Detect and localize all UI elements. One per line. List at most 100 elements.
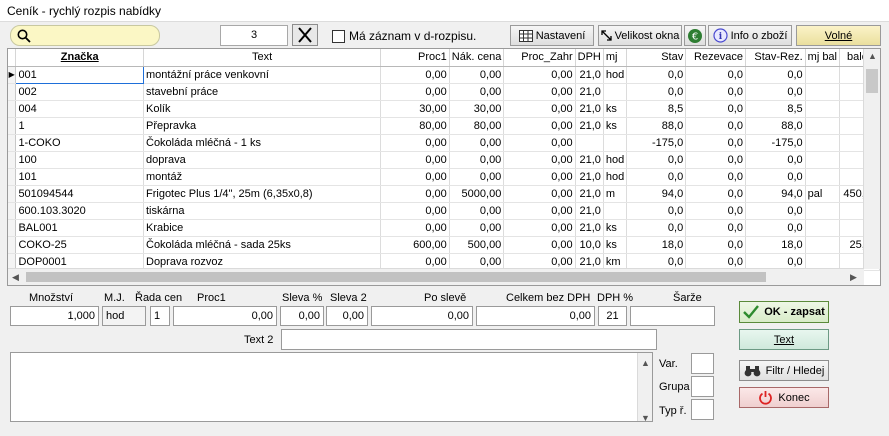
table-row[interactable]: BAL001 Krabice 0,00 0,00 0,00 21,0 ks 0,0 0,0 0,0 bbox=[8, 219, 880, 237]
table-cell[interactable]: 80,00 bbox=[449, 117, 505, 135]
column-header[interactable]: mj bal bbox=[805, 49, 841, 67]
text-button[interactable]: Text bbox=[739, 329, 829, 350]
table-cell[interactable]: 0,00 bbox=[449, 151, 505, 169]
table-cell[interactable]: 0,00 bbox=[380, 134, 450, 152]
table-cell[interactable]: 21,0 bbox=[575, 168, 604, 186]
group-field[interactable] bbox=[691, 376, 714, 397]
table-cell[interactable]: 21,0 bbox=[575, 83, 604, 101]
column-header[interactable]: DPH bbox=[575, 49, 604, 67]
table-cell[interactable]: 0,00 bbox=[449, 66, 505, 84]
settings-button[interactable]: Nastavení bbox=[510, 25, 594, 46]
table-cell[interactable]: 0,0 bbox=[745, 151, 806, 169]
table-cell[interactable]: 101 bbox=[15, 168, 144, 186]
table-cell[interactable]: 0,0 bbox=[685, 185, 746, 203]
checkbox-box[interactable] bbox=[332, 29, 345, 43]
table-cell[interactable]: 21,0 bbox=[575, 117, 604, 135]
table-cell[interactable]: 10,0 bbox=[575, 236, 604, 254]
table-cell[interactable]: 500,00 bbox=[449, 236, 505, 254]
table-cell[interactable]: montážní práce venkovní bbox=[143, 66, 382, 84]
memo-textarea[interactable]: ▲ ▼ bbox=[10, 352, 653, 422]
table-cell[interactable] bbox=[805, 151, 841, 169]
exit-button[interactable]: Konec bbox=[739, 387, 829, 408]
table-cell[interactable]: 0,0 bbox=[685, 83, 746, 101]
after-discount-field[interactable]: 0,00 bbox=[371, 306, 473, 326]
table-cell[interactable]: 0,0 bbox=[745, 83, 806, 101]
table-cell[interactable]: 0,0 bbox=[685, 117, 746, 135]
table-cell[interactable] bbox=[805, 134, 841, 152]
table-cell[interactable]: 600,00 bbox=[380, 236, 450, 254]
proc1-field[interactable]: 0,00 bbox=[173, 306, 277, 326]
table-cell[interactable]: 0,00 bbox=[449, 134, 505, 152]
unit-field[interactable]: hod bbox=[102, 306, 146, 326]
currency-button[interactable]: € bbox=[684, 25, 706, 46]
table-cell[interactable]: 0,00 bbox=[503, 185, 576, 203]
window-size-button[interactable]: Velikost okna bbox=[598, 25, 682, 46]
clear-search-button[interactable] bbox=[292, 24, 318, 46]
table-cell[interactable]: 0,0 bbox=[685, 66, 746, 84]
vat-pct-field[interactable]: 21 bbox=[598, 306, 627, 326]
table-row[interactable]: 100 doprava 0,00 0,00 0,00 21,0 hod 0,0 0,0 0,0 bbox=[8, 151, 880, 169]
memo-scroll-up-icon[interactable]: ▲ bbox=[641, 354, 650, 372]
table-cell[interactable]: stavební práce bbox=[143, 83, 382, 101]
table-cell[interactable]: 21,0 bbox=[575, 185, 604, 203]
table-cell[interactable]: 0,00 bbox=[449, 202, 505, 220]
table-cell[interactable]: hod bbox=[603, 151, 628, 169]
table-cell[interactable] bbox=[575, 134, 604, 152]
table-cell[interactable]: 0,00 bbox=[503, 202, 576, 220]
table-cell[interactable] bbox=[603, 134, 628, 152]
text2-field[interactable] bbox=[281, 329, 657, 350]
table-cell[interactable]: 80,00 bbox=[380, 117, 450, 135]
table-cell[interactable]: 94,0 bbox=[626, 185, 687, 203]
table-cell[interactable]: 0,0 bbox=[685, 202, 746, 220]
scroll-right-icon[interactable]: ▶ bbox=[850, 272, 857, 283]
column-header[interactable]: Text bbox=[143, 49, 382, 67]
table-cell[interactable]: 0,0 bbox=[685, 151, 746, 169]
table-row[interactable]: 1 Přepravka 80,00 80,00 0,00 21,0 ks 88,0 0,0 88,… bbox=[8, 117, 880, 135]
table-cell[interactable]: 0,00 bbox=[380, 202, 450, 220]
table-cell[interactable]: 30,00 bbox=[449, 100, 505, 118]
total-field[interactable]: 0,00 bbox=[476, 306, 595, 326]
table-cell[interactable]: BAL001 bbox=[15, 219, 144, 237]
table-cell[interactable]: 0,00 bbox=[503, 151, 576, 169]
column-header[interactable]: Proc1 bbox=[380, 49, 450, 67]
price-list-grid[interactable]: Značka Text Proc1 Nák. cena Proc_Zahr DPH mj St… bbox=[7, 48, 881, 286]
table-cell[interactable]: 0,00 bbox=[380, 83, 450, 101]
table-cell[interactable]: 0,00 bbox=[380, 219, 450, 237]
table-cell[interactable]: 0,0 bbox=[685, 219, 746, 237]
table-cell[interactable]: 8,5 bbox=[626, 100, 687, 118]
table-cell[interactable]: 0,0 bbox=[626, 83, 687, 101]
table-cell[interactable] bbox=[805, 117, 841, 135]
table-cell[interactable]: ks bbox=[603, 100, 628, 118]
table-row[interactable]: 1-COKO Čokoláda mléčná - 1 ks 0,00 0,00 0,00… bbox=[8, 134, 880, 152]
table-cell[interactable]: hod bbox=[603, 66, 628, 84]
vertical-scroll-thumb[interactable] bbox=[866, 69, 878, 93]
column-header[interactable]: Stav bbox=[626, 49, 687, 67]
table-cell[interactable]: 0,0 bbox=[685, 236, 746, 254]
table-cell[interactable]: 5000,00 bbox=[449, 185, 505, 203]
table-cell[interactable]: 88,0 bbox=[745, 117, 806, 135]
table-cell[interactable]: 21,0 bbox=[575, 66, 604, 84]
table-cell[interactable]: hod bbox=[603, 168, 628, 186]
discount2-field[interactable]: 0,00 bbox=[326, 306, 368, 326]
table-cell[interactable]: 0,00 bbox=[380, 168, 450, 186]
column-header[interactable]: Rezevace bbox=[685, 49, 746, 67]
table-cell[interactable]: tiskárna bbox=[143, 202, 382, 220]
grid-vertical-scrollbar[interactable]: ▲ bbox=[863, 49, 880, 269]
table-row[interactable]: 600.103.3020 tiskárna 0,00 0,00 0,00 21,0 0,0 0… bbox=[8, 202, 880, 220]
horizontal-scroll-thumb[interactable] bbox=[26, 272, 766, 282]
table-cell[interactable]: Přepravka bbox=[143, 117, 382, 135]
table-cell[interactable]: 0,00 bbox=[449, 219, 505, 237]
table-cell[interactable]: 0,0 bbox=[685, 100, 746, 118]
table-cell[interactable]: Krabice bbox=[143, 219, 382, 237]
free-button[interactable]: Volné bbox=[796, 25, 881, 46]
table-cell[interactable]: 0,0 bbox=[626, 219, 687, 237]
search-input[interactable] bbox=[10, 25, 160, 46]
memo-scrollbar[interactable]: ▲ ▼ bbox=[637, 353, 652, 421]
table-cell[interactable] bbox=[805, 66, 841, 84]
table-cell[interactable]: montáž bbox=[143, 168, 382, 186]
table-cell[interactable]: ks bbox=[603, 117, 628, 135]
product-info-button[interactable]: i Info o zboží bbox=[708, 25, 792, 46]
table-cell[interactable]: Frigotec Plus 1/4", 25m (6,35x0,8) bbox=[143, 185, 382, 203]
table-cell[interactable] bbox=[805, 100, 841, 118]
table-cell[interactable]: pal bbox=[805, 185, 841, 203]
